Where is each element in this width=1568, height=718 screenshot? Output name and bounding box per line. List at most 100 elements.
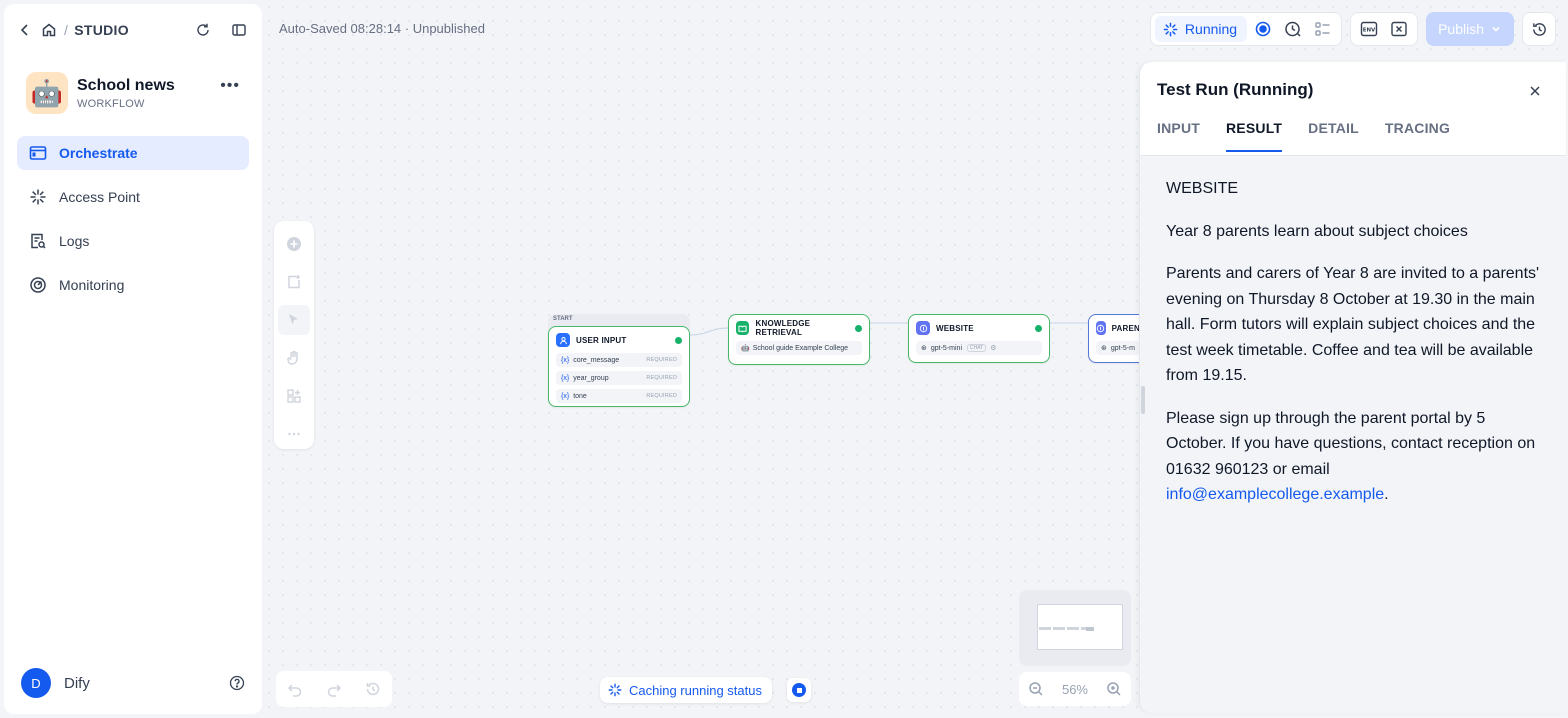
history-controls [276,671,392,707]
more-tools-icon[interactable] [278,419,310,449]
panel-header: Test Run (Running) INPUT RESULT DETAIL T… [1140,62,1566,156]
model-name: gpt-5-mini [930,344,962,352]
stop-button[interactable] [787,678,811,702]
node-dataset-row: 🤖 School guide Example College [736,341,862,355]
conversation-variables-icon[interactable] [1385,16,1413,42]
zoom-level[interactable]: 56% [1062,682,1088,697]
node-variable-row: {x} tone REQUIRED [556,389,682,403]
panel-title: Test Run (Running) [1157,80,1314,99]
tab-detail[interactable]: DETAIL [1308,120,1359,152]
sidebar-item-orchestrate[interactable]: Orchestrate [17,136,249,170]
result-paragraph: Parents and carers of Year 8 are invited… [1166,265,1540,384]
sidebar-item-monitoring[interactable]: Monitoring [17,268,249,302]
breadcrumb-studio[interactable]: STUDIO [74,22,129,38]
loading-icon [608,683,622,697]
running-label: Running [1184,21,1238,37]
panel-tabs: INPUT RESULT DETAIL TRACING [1157,120,1549,152]
node-title: WEBSITE [936,323,974,333]
node-website[interactable]: WEBSITE ⊛ gpt-5-mini CHAT ⚙ [908,314,1050,363]
organize-blocks-icon[interactable] [278,381,310,411]
tab-input[interactable]: INPUT [1157,120,1200,152]
panel-resize-handle[interactable] [1141,386,1145,414]
variable-icon: {x} [561,374,570,382]
help-icon[interactable] [228,674,246,692]
required-tag: REQUIRED [646,393,677,399]
history-icon [1532,22,1546,36]
avatar[interactable]: D [21,668,51,698]
node-title: KNOWLEDGE RETRIEVAL [755,319,811,337]
canvas-tools [274,221,314,449]
chevron-left-icon[interactable] [16,21,34,39]
variable-name: tone [573,392,587,400]
minimap[interactable] [1019,590,1131,666]
history-icon[interactable] [365,681,381,697]
zoom-controls: 56% [1019,672,1131,706]
model-settings-icon: ⚙ [990,345,997,352]
contact-text: Please sign up through the parent portal… [1166,409,1536,478]
sidebar-nav: Orchestrate Access Point Logs Monitoring [4,136,262,302]
success-status-icon [1035,324,1042,332]
result-heading: WEBSITE [1166,180,1239,197]
sidebar-header: / STUDIO [4,4,262,56]
run-history-icon[interactable] [1279,16,1307,42]
zoom-out-icon[interactable] [1028,681,1044,697]
svg-text:ENV: ENV [1363,28,1376,34]
version-history-button[interactable] [1522,12,1556,46]
test-run-panel: Test Run (Running) INPUT RESULT DETAIL T… [1139,62,1566,713]
variable-name: year_group [573,374,609,382]
access-point-icon [30,189,46,205]
app-card[interactable]: 🤖 School news WORKFLOW ••• [4,56,262,114]
refresh-icon[interactable] [194,21,212,39]
required-tag: REQUIRED [646,357,677,363]
top-toolbar: Running ENV Publish [1149,12,1556,46]
running-button[interactable]: Running [1154,16,1248,42]
variable-icon: {x} [561,392,570,400]
tab-result[interactable]: RESULT [1226,120,1283,152]
variable-name: core_message [573,356,620,364]
sidebar-item-access-point[interactable]: Access Point [17,180,249,214]
checklist-icon[interactable] [1309,16,1337,42]
node-title: PAREN [1111,323,1140,333]
redo-icon[interactable] [326,681,342,697]
result-paragraph-contact: Please sign up through the parent portal… [1166,406,1540,508]
app-avatar: 🤖 [26,72,68,114]
undo-icon[interactable] [287,681,303,697]
add-node-icon[interactable] [278,229,310,259]
success-status-icon [675,336,682,344]
model-icon: ⊛ [1101,345,1107,352]
result-headline: Year 8 parents learn about subject choic… [1166,222,1468,240]
env-variables-icon[interactable]: ENV [1355,16,1383,42]
breadcrumb: / STUDIO [16,21,129,39]
more-options-icon[interactable]: ••• [220,77,240,95]
env-controls: ENV [1350,12,1419,46]
stop-run-icon[interactable] [1249,16,1277,42]
node-variable-row: {x} year_group REQUIRED [556,371,682,385]
zoom-in-icon[interactable] [1106,681,1122,697]
publish-button[interactable]: Publish [1426,12,1514,46]
user-name[interactable]: Dify [64,675,90,692]
close-icon[interactable] [1526,82,1544,100]
tab-tracing[interactable]: TRACING [1385,120,1450,152]
pointer-mode-icon[interactable] [278,305,310,335]
autosave-status: Auto-Saved 08:28:14 · Unpublished [279,21,485,36]
sidebar-item-label: Access Point [59,189,140,205]
node-user-input[interactable]: USER INPUT {x} core_message REQUIRED {x}… [548,326,690,407]
node-knowledge-retrieval[interactable]: KNOWLEDGE RETRIEVAL 🤖 School guide Examp… [728,314,870,365]
llm-icon [1096,321,1106,335]
node-model-row: ⊛ gpt-5-mini CHAT ⚙ [916,341,1042,355]
add-note-icon[interactable] [278,267,310,297]
sidebar-item-logs[interactable]: Logs [17,224,249,258]
email-link[interactable]: info@examplecollege.example [1166,486,1384,503]
home-icon[interactable] [40,21,58,39]
success-status-icon [855,324,862,332]
model-name: gpt-5-m [1110,344,1135,352]
sidebar-toggle-icon[interactable] [230,21,248,39]
stop-icon [792,683,806,697]
llm-icon [916,321,930,335]
app-name: School news [77,76,175,94]
app-type: WORKFLOW [77,97,145,110]
knowledge-icon [736,321,750,335]
model-icon: ⊛ [921,345,927,352]
hand-mode-icon[interactable] [278,343,310,373]
user-icon [556,333,570,347]
